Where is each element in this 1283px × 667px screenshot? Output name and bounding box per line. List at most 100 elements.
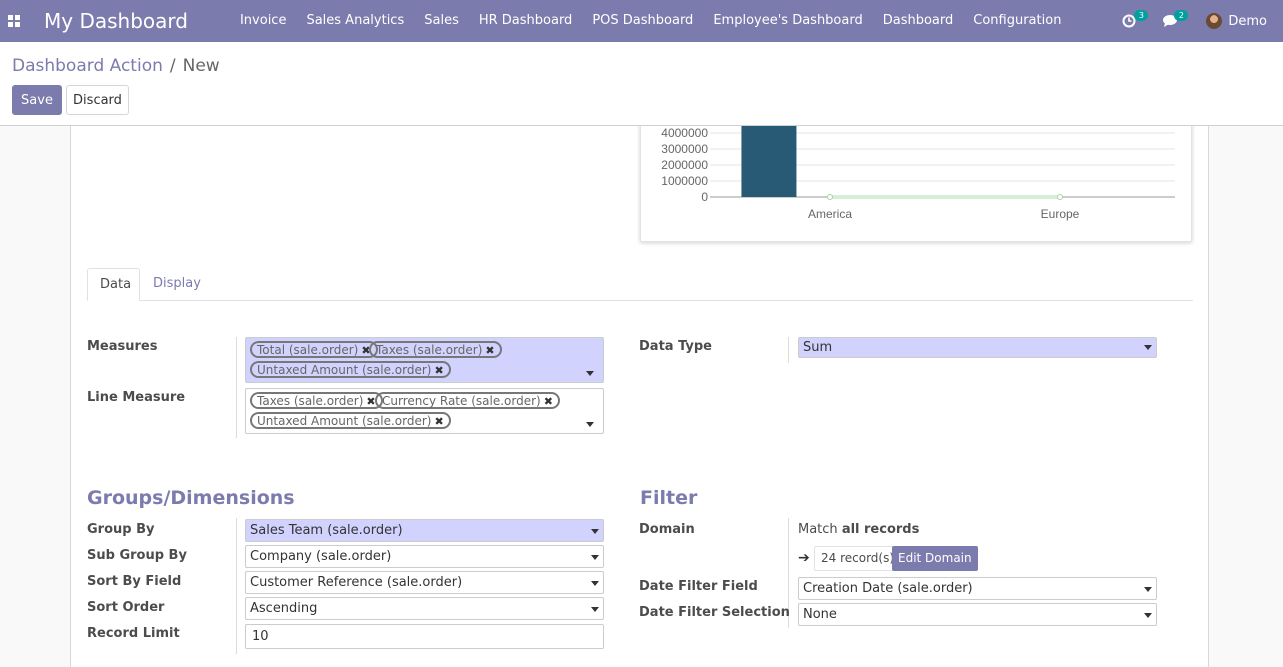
group-by-select[interactable]: Sales Team (sale.order) xyxy=(245,519,604,542)
form-tabs: Data Display xyxy=(87,268,1193,301)
group-by-value: Sales Team (sale.order) xyxy=(250,523,403,538)
discard-button[interactable]: Discard xyxy=(66,85,129,115)
record-limit-label: Record Limit xyxy=(87,626,180,641)
chevron-down-icon xyxy=(591,529,599,534)
data-type-select[interactable]: Sum xyxy=(798,337,1157,358)
measure-tag[interactable]: Taxes (sale.order) ✖ xyxy=(369,341,502,358)
sort-order-value: Ascending xyxy=(250,601,318,616)
measure-tag-label: Taxes (sale.order) xyxy=(376,343,483,357)
breadcrumb-separator: / xyxy=(169,56,176,76)
chart-line-point xyxy=(827,194,833,200)
measures-field[interactable]: Total (sale.order) ✖ Taxes (sale.order) ✖ … xyxy=(245,337,604,383)
menu-item-invoice[interactable]: Invoice xyxy=(230,0,296,42)
chevron-down-icon xyxy=(1144,613,1152,618)
chart-svg: 4000000 3000000 2000000 1000000 0 America Euro… xyxy=(661,126,1175,221)
sort-by-field-value: Customer Reference (sale.order) xyxy=(250,575,463,590)
x-tick-label: America xyxy=(808,207,852,221)
date-filter-selection-select[interactable]: None xyxy=(798,603,1157,626)
field-divider xyxy=(788,337,789,363)
group-by-label: Group By xyxy=(87,522,155,537)
chart-preview: 4000000 3000000 2000000 1000000 0 America Euro… xyxy=(640,126,1192,242)
y-tick-label: 0 xyxy=(701,190,708,204)
groups-section-title: Groups/Dimensions xyxy=(87,487,295,509)
chevron-down-icon xyxy=(591,555,599,560)
line-measure-tag-label: Currency Rate (sale.order) xyxy=(382,394,541,408)
user-menu[interactable]: Demo xyxy=(1196,0,1283,42)
menu-item-dashboard[interactable]: Dashboard xyxy=(873,0,964,42)
edit-domain-button[interactable]: Edit Domain xyxy=(892,546,978,571)
date-filter-field-value: Creation Date (sale.order) xyxy=(803,581,973,596)
arrow-right-icon: ➔ xyxy=(798,550,810,566)
systray: 3 2 Demo xyxy=(1112,0,1283,42)
tab-data[interactable]: Data xyxy=(87,268,140,301)
chevron-down-icon xyxy=(591,581,599,586)
save-button[interactable]: Save xyxy=(12,85,62,115)
remove-tag-icon[interactable]: ✖ xyxy=(434,415,443,428)
chart-line-point xyxy=(1057,194,1063,200)
messages-count-badge: 2 xyxy=(1174,10,1189,21)
measure-tag[interactable]: Untaxed Amount (sale.order) ✖ xyxy=(250,361,451,378)
domain-prefix: Match xyxy=(798,522,838,537)
control-panel: Dashboard Action / New Save Discard xyxy=(0,42,1283,126)
remove-tag-icon[interactable]: ✖ xyxy=(434,364,443,377)
tab-display[interactable]: Display xyxy=(141,268,213,301)
user-name: Demo xyxy=(1228,13,1267,29)
sort-by-field-label: Sort By Field xyxy=(87,574,182,589)
remove-tag-icon[interactable]: ✖ xyxy=(485,344,494,357)
measure-tag-label: Total (sale.order) xyxy=(257,343,359,357)
date-filter-selection-value: None xyxy=(803,607,837,622)
breadcrumb-current: New xyxy=(182,56,220,76)
chevron-down-icon xyxy=(1144,587,1152,592)
apps-menu-icon[interactable] xyxy=(2,0,26,42)
sub-group-by-label: Sub Group By xyxy=(87,548,187,563)
breadcrumb-dashboard-action[interactable]: Dashboard Action xyxy=(12,56,163,76)
domain-summary: Match all records xyxy=(798,522,919,537)
remove-tag-icon[interactable]: ✖ xyxy=(544,395,553,408)
data-type-label: Data Type xyxy=(639,339,712,354)
y-tick-label: 4000000 xyxy=(661,126,708,140)
line-measure-tag-label: Taxes (sale.order) xyxy=(257,394,364,408)
line-measure-label: Line Measure xyxy=(87,390,186,405)
menu-item-employees-dashboard[interactable]: Employee's Dashboard xyxy=(703,0,872,42)
measure-tag-label: Untaxed Amount (sale.order) xyxy=(257,363,432,377)
messages-button[interactable]: 2 xyxy=(1152,0,1189,42)
filter-section-title: Filter xyxy=(640,487,698,509)
y-tick-label: 2000000 xyxy=(661,158,708,172)
form-sheet: 4000000 3000000 2000000 1000000 0 America Euro… xyxy=(70,126,1209,667)
menu-item-hr-dashboard[interactable]: HR Dashboard xyxy=(469,0,582,42)
activity-button[interactable]: 3 xyxy=(1112,0,1149,42)
field-divider xyxy=(236,518,237,654)
chevron-down-icon xyxy=(591,607,599,612)
domain-records-button[interactable]: 24 record(s) xyxy=(814,546,902,571)
top-navbar: My Dashboard Invoice Sales Analytics Sal… xyxy=(0,0,1283,42)
line-measure-tag[interactable]: Taxes (sale.order) ✖ xyxy=(250,392,383,409)
record-limit-input[interactable]: 10 xyxy=(245,624,604,649)
data-type-value: Sum xyxy=(803,340,833,355)
line-measure-tag-label: Untaxed Amount (sale.order) xyxy=(257,414,432,428)
menu-item-pos-dashboard[interactable]: POS Dashboard xyxy=(582,0,703,42)
sort-order-label: Sort Order xyxy=(87,600,165,615)
date-filter-field-select[interactable]: Creation Date (sale.order) xyxy=(798,577,1157,600)
x-tick-label: Europe xyxy=(1041,207,1080,221)
line-measure-tag[interactable]: Untaxed Amount (sale.order) ✖ xyxy=(250,412,451,429)
menu-item-sales[interactable]: Sales xyxy=(414,0,469,42)
sub-group-by-select[interactable]: Company (sale.order) xyxy=(245,545,604,568)
chevron-down-icon[interactable] xyxy=(586,371,594,376)
y-tick-label: 1000000 xyxy=(661,174,708,188)
activity-count-badge: 3 xyxy=(1134,10,1149,21)
line-measure-field[interactable]: Taxes (sale.order) ✖ Currency Rate (sale.… xyxy=(245,388,604,434)
line-measure-tag[interactable]: Currency Rate (sale.order) ✖ xyxy=(375,392,560,409)
menu-item-configuration[interactable]: Configuration xyxy=(963,0,1071,42)
main-menu: Invoice Sales Analytics Sales HR Dashboa… xyxy=(230,0,1071,42)
record-limit-value: 10 xyxy=(252,629,269,644)
sort-order-select[interactable]: Ascending xyxy=(245,597,604,620)
sort-by-field-select[interactable]: Customer Reference (sale.order) xyxy=(245,571,604,594)
date-filter-selection-label: Date Filter Selection xyxy=(639,605,790,620)
menu-item-sales-analytics[interactable]: Sales Analytics xyxy=(296,0,414,42)
app-brand[interactable]: My Dashboard xyxy=(44,9,188,33)
domain-emphasis: all records xyxy=(841,522,920,537)
y-tick-label: 3000000 xyxy=(661,142,708,156)
chevron-down-icon[interactable] xyxy=(586,422,594,427)
chevron-down-icon xyxy=(1144,345,1152,350)
measure-tag[interactable]: Total (sale.order) ✖ xyxy=(250,341,378,358)
